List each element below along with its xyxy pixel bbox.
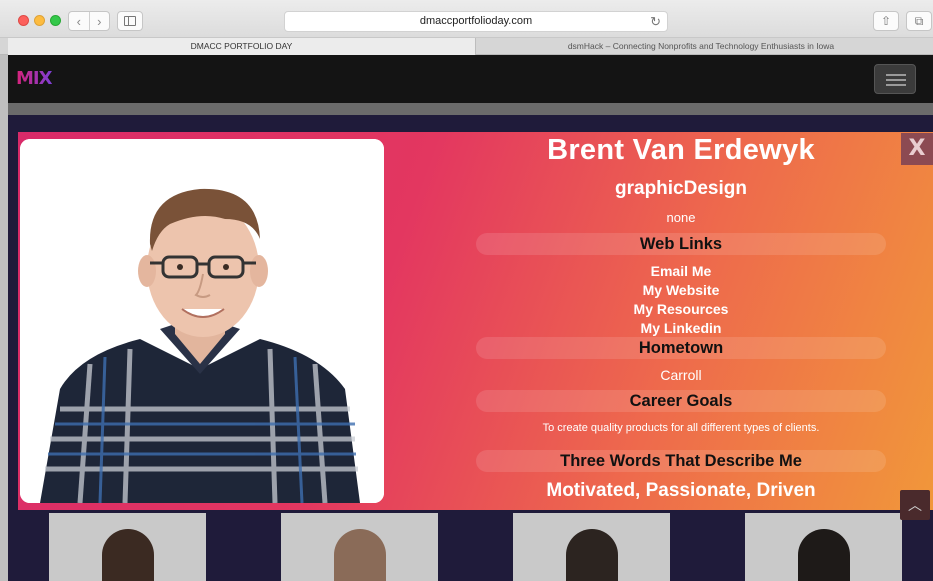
share-icon: ⇧	[880, 14, 892, 28]
site-logo[interactable]: MIX	[16, 68, 52, 89]
close-window-button[interactable]	[18, 15, 29, 26]
nav-buttons: ‹ ›	[68, 11, 110, 31]
tab-dmacc-portfolio-day[interactable]: DMACC PORTFOLIO DAY	[8, 38, 476, 55]
resources-link[interactable]: My Resources	[476, 301, 886, 317]
web-links-heading: Web Links	[476, 233, 886, 255]
reload-icon[interactable]: ↻	[650, 14, 661, 30]
student-name: Brent Van Erdewyk	[547, 134, 815, 166]
profile-modal: Brent Van Erdewyk graphicDesign none Web…	[18, 132, 933, 510]
minimize-window-button[interactable]	[34, 15, 45, 26]
chevron-up-icon: ︿	[908, 497, 922, 513]
portrait-illustration	[20, 139, 384, 503]
header-divider	[8, 103, 933, 115]
sidebar-toggle-button[interactable]	[117, 11, 143, 31]
share-button[interactable]: ⇧	[873, 11, 899, 31]
tab-dsmhack[interactable]: dsmHack – Connecting Nonprofits and Tech…	[476, 38, 926, 55]
profile-info: Brent Van Erdewyk graphicDesign none Web…	[476, 132, 886, 510]
tab-bar: DMACC PORTFOLIO DAY dsmHack – Connecting…	[0, 38, 933, 55]
student-photo	[565, 529, 618, 581]
student-card[interactable]	[49, 513, 206, 581]
scroll-to-top-button[interactable]: ︿	[900, 490, 930, 520]
career-goals-heading: Career Goals	[476, 390, 886, 412]
three-words-value: Motivated, Passionate, Driven	[546, 480, 816, 501]
student-photo	[797, 529, 850, 581]
site-header: MIX	[8, 55, 933, 103]
website-link[interactable]: My Website	[476, 282, 886, 298]
browser-titlebar: ‹ › dmaccportfolioday.com ↻ ⇧ ⧉	[0, 0, 933, 38]
url-text: dmaccportfolioday.com	[419, 15, 533, 27]
zoom-window-button[interactable]	[50, 15, 61, 26]
window-edge	[0, 55, 8, 581]
profile-photo	[20, 139, 384, 503]
three-words-heading: Three Words That Describe Me	[476, 450, 886, 472]
student-photo	[333, 529, 386, 581]
student-card[interactable]	[745, 513, 902, 581]
menu-toggle-button[interactable]	[874, 64, 916, 94]
back-icon[interactable]: ‹	[69, 12, 90, 30]
career-goal-text: To create quality products for all diffe…	[542, 422, 820, 434]
close-modal-button[interactable]: X	[901, 133, 933, 165]
hamburger-icon	[886, 74, 906, 76]
hometown-heading: Hometown	[476, 337, 886, 359]
hometown-value: Carroll	[660, 367, 702, 383]
student-photo	[101, 529, 154, 581]
student-card[interactable]	[513, 513, 670, 581]
linkedin-link[interactable]: My Linkedin	[476, 320, 886, 336]
tabs-icon: ⧉	[914, 13, 924, 28]
student-major: graphicDesign	[615, 178, 747, 199]
show-tabs-button[interactable]: ⧉	[906, 11, 932, 31]
email-link[interactable]: Email Me	[476, 263, 886, 279]
student-minor: none	[666, 210, 696, 225]
address-bar[interactable]: dmaccportfolioday.com ↻	[284, 11, 668, 32]
student-card[interactable]	[281, 513, 438, 581]
sidebar-icon	[124, 16, 136, 26]
forward-icon[interactable]: ›	[90, 12, 110, 30]
